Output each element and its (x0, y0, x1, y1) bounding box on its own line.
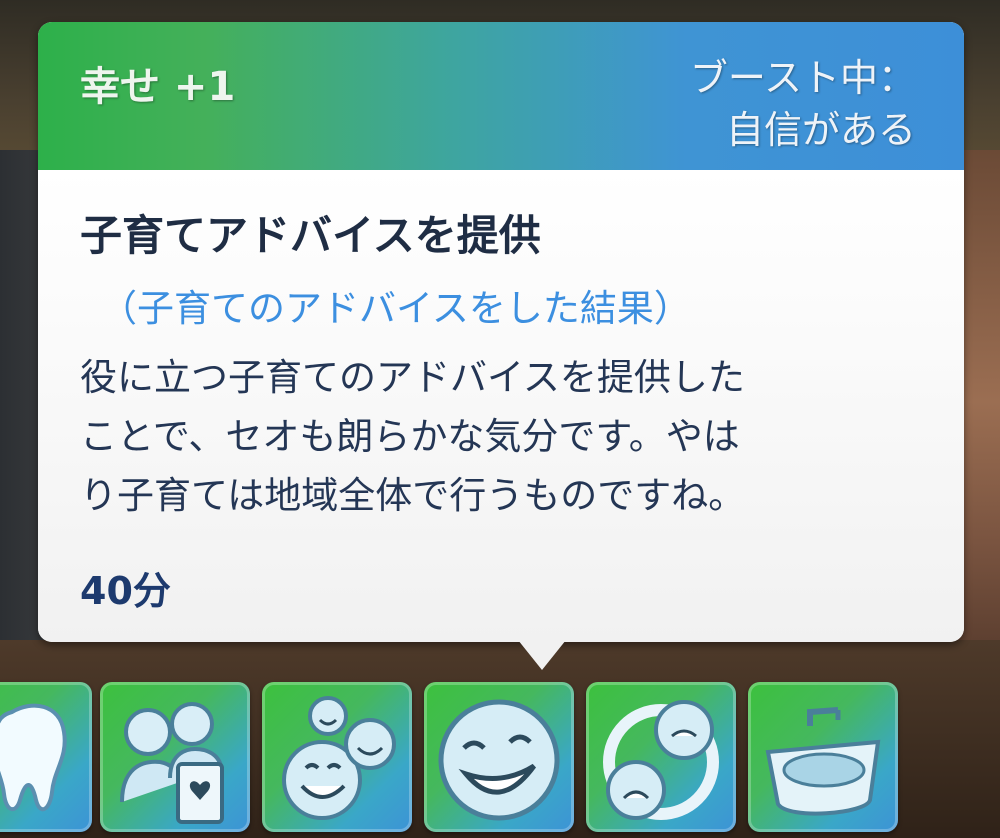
mixed-emotion-icon (603, 700, 719, 820)
description-line: り子育ては地域全体で行うものですね。 (80, 474, 746, 517)
moodlet-tooth[interactable] (0, 682, 92, 832)
moodlet-title: 子育てアドバイスを提供 (80, 211, 541, 260)
moodlet-clean[interactable] (748, 682, 898, 832)
description-line: ことで、セオも朗らかな気分です。やは (80, 415, 740, 458)
moodlet-mixed[interactable] (586, 682, 736, 832)
tooltip-header: 幸せ +1 ブースト中： 自信がある (38, 22, 964, 170)
boost-value: 自信がある (725, 108, 916, 152)
moodlet-tooltip: 幸せ +1 ブースト中： 自信がある 子育てアドバイスを提供 （子育てのアドバイ… (38, 22, 964, 670)
moodlet-subtitle: （子育てのアドバイスをした結果） (100, 287, 691, 330)
emotion-label: 幸せ +1 (80, 64, 236, 110)
tooltip-pointer (518, 640, 566, 670)
tooth-icon (0, 703, 67, 812)
tooltip-body: 子育てアドバイスを提供 （子育てのアドバイスをした結果） 役に立つ子育てのアドバ… (38, 170, 964, 642)
sink-icon (765, 707, 881, 816)
game-scene: 幸せ +1 ブースト中： 自信がある 子育てアドバイスを提供 （子育てのアドバイ… (0, 0, 1000, 838)
moodlet-bar (0, 682, 1000, 838)
moodlet-duration: 40分 (80, 569, 171, 613)
moodlet-description: 役に立つ子育てのアドバイスを提供した ことで、セオも朗らかな気分です。やは り子… (80, 348, 940, 525)
moodlet-happy-group[interactable] (262, 682, 412, 832)
family-card-icon (120, 702, 224, 824)
happy-bubbles-icon (282, 696, 396, 820)
moodlet-happy[interactable] (424, 682, 574, 832)
big-smile-icon (438, 699, 560, 821)
moodlet-family[interactable] (100, 682, 250, 832)
description-line: 役に立つ子育てのアドバイスを提供した (80, 356, 745, 399)
boost-info: ブースト中： 自信がある (690, 52, 916, 156)
boost-label: ブースト中： (689, 56, 916, 100)
